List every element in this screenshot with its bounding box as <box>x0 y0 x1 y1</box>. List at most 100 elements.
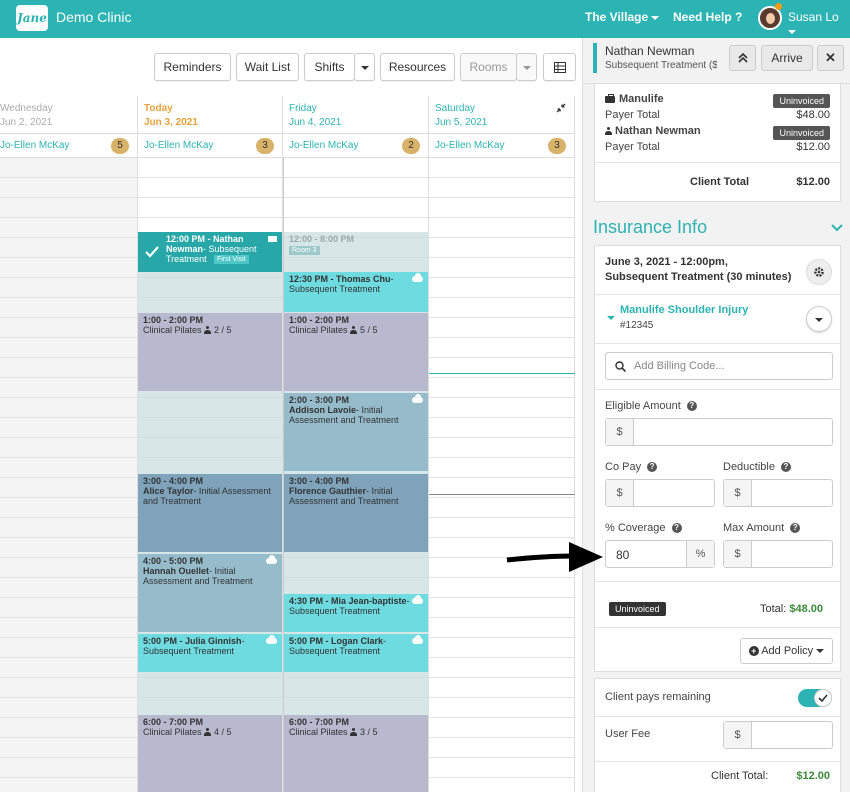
first-visit-tag: First Visit <box>214 255 249 264</box>
insurance-info-heading[interactable]: Insurance Info <box>593 217 707 238</box>
policy-total: Total: $48.00 <box>760 603 823 615</box>
cloud-icon <box>266 555 277 564</box>
appointment-count-badge: 5 <box>111 138 129 154</box>
rooms-dropdown-button[interactable] <box>516 53 537 81</box>
shifts-dropdown-button[interactable] <box>354 53 375 81</box>
appointment-clinical-pilates[interactable]: 6:00 - 7:00 PM Clinical Pilates 3 / 5 <box>284 715 428 792</box>
billing-code-input[interactable]: Add Billing Code... <box>605 352 833 380</box>
appointment-count-badge: 3 <box>548 138 566 154</box>
search-icon <box>615 361 626 372</box>
client-pays-toggle[interactable] <box>798 689 832 707</box>
appointment-desc: Clinical Pilates <box>289 727 348 737</box>
eligible-amount-field[interactable]: $ <box>605 418 833 446</box>
appointment-alice-taylor[interactable]: 3:00 - 4:00 PM Alice Taylor- Initial Asse… <box>138 474 282 552</box>
appointment-florence-gauthier[interactable]: 3:00 - 4:00 PM Florence Gauthier- Initial… <box>284 474 428 552</box>
collapse-icon[interactable] <box>556 103 566 113</box>
max-amount-field[interactable]: $ <box>723 540 833 568</box>
staff-name: Jo-Ellen McKay <box>0 140 70 151</box>
eligible-amount-label: Eligible Amount? <box>605 400 697 412</box>
column-header-friday[interactable]: Friday Jun 4, 2021 <box>283 96 429 134</box>
reminders-button[interactable]: Reminders <box>154 53 231 81</box>
staff-name: Jo-Ellen McKay <box>144 140 214 151</box>
copay-field[interactable]: $ <box>605 479 715 507</box>
client-total-value: $12.00 <box>796 176 830 188</box>
coverage-field[interactable]: 80% <box>605 540 715 568</box>
appointment-type: Subsequent Treatment (30 minutes) <box>605 271 792 283</box>
total-label: Total: <box>760 603 787 615</box>
help-icon[interactable]: ? <box>780 462 791 473</box>
help-icon[interactable]: ? <box>686 401 697 412</box>
user-fee-field[interactable]: $ <box>723 721 833 749</box>
column-header-today[interactable]: Today Jun 3, 2021 <box>138 96 283 134</box>
status-stripe <box>593 43 597 73</box>
clinic-name[interactable]: Demo Clinic <box>56 9 131 25</box>
staff-cell[interactable]: Jo-Ellen McKay 2 <box>283 134 429 158</box>
annotation-arrow-icon <box>506 542 603 572</box>
appointment-count-badge: 2 <box>402 138 420 154</box>
patient-name[interactable]: Nathan Newman <box>605 44 694 58</box>
appointment-clinical-pilates[interactable]: 6:00 - 7:00 PM Clinical Pilates 4 / 5 <box>138 715 282 792</box>
appointment-addison-lavoie[interactable]: 2:00 - 3:00 PM Addison Lavoie- Initial As… <box>284 393 428 471</box>
expand-button[interactable] <box>729 45 756 71</box>
appointment-time: 4:30 PM - Mia Jean-baptiste <box>289 596 407 606</box>
wait-list-button[interactable]: Wait List <box>236 53 299 81</box>
help-icon[interactable]: ? <box>647 462 658 473</box>
check-icon <box>818 694 828 702</box>
currency-addon: $ <box>724 480 752 506</box>
caret-down-icon <box>607 316 615 320</box>
room-booking[interactable]: 12:00 - 8:00 PM Room 3 <box>284 232 428 272</box>
appointment-hannah-ouellet[interactable]: 4:00 - 5:00 PM Hannah Ouellet- Initial As… <box>138 554 282 632</box>
briefcase-icon <box>605 94 615 103</box>
appointment-clinical-pilates[interactable]: 1:00 - 2:00 PM Clinical Pilates 5 / 5 <box>284 313 428 391</box>
policy-menu-button[interactable] <box>806 306 832 332</box>
eligible-amount-text: Eligible Amount <box>605 400 681 412</box>
appointment-logan-clark[interactable]: 5:00 PM - Logan Clark- Subsequent Treatm… <box>284 634 428 672</box>
shifts-button[interactable]: Shifts <box>304 53 355 81</box>
staff-cell[interactable]: Jo-Ellen McKay 3 <box>138 134 283 158</box>
toggle-knob <box>814 689 832 707</box>
day-date: Jun 2, 2021 <box>0 117 53 128</box>
divider <box>595 627 840 628</box>
copay-label: Co Pay? <box>605 461 658 473</box>
currency-addon: $ <box>606 419 634 445</box>
close-button[interactable]: ✕ <box>817 45 844 71</box>
appointment-nathan-newman[interactable]: 12:00 PM - Nathan Newman- Subsequent Tre… <box>138 232 282 272</box>
add-policy-button[interactable]: + Add Policy <box>740 638 833 664</box>
appointment-time: 1:00 - 2:00 PM <box>289 315 350 325</box>
rooms-button[interactable]: Rooms <box>460 53 517 81</box>
payer-insurer: Manulife <box>605 93 664 105</box>
deductible-text: Deductible <box>723 461 775 473</box>
appointment-time: 12:00 - 8:00 PM <box>289 234 355 244</box>
resources-button[interactable]: Resources <box>380 53 455 81</box>
currency-addon: $ <box>724 541 752 567</box>
staff-cell[interactable]: Jo-Ellen McKay 5 <box>0 134 138 158</box>
appointment-clinical-pilates[interactable]: 1:00 - 2:00 PM Clinical Pilates 2 / 5 <box>138 313 282 391</box>
settings-button[interactable] <box>806 259 832 285</box>
appointment-date: June 3, 2021 - 12:00pm, <box>605 256 728 268</box>
chevron-down-icon <box>360 65 369 70</box>
appointment-mia-jean-baptiste[interactable]: 4:30 PM - Mia Jean-baptiste- Subsequent … <box>284 594 428 632</box>
appointment-time: 4:00 - 5:00 PM <box>143 556 204 566</box>
help-menu[interactable]: Need Help ? <box>673 10 742 24</box>
current-time-line <box>429 373 575 374</box>
deductible-field[interactable]: $ <box>723 479 833 507</box>
column-header-saturday[interactable]: Saturday Jun 5, 2021 <box>429 96 575 134</box>
day-grid-saturday[interactable] <box>429 158 575 792</box>
user-menu[interactable]: Susan Lo <box>788 10 850 38</box>
client-pays-label: Client pays remaining <box>605 691 711 703</box>
cloud-icon <box>266 635 277 644</box>
day-grid-wednesday[interactable] <box>0 158 138 792</box>
staff-cell[interactable]: Jo-Ellen McKay 3 <box>429 134 575 158</box>
jane-logo[interactable]: Jane <box>16 5 48 31</box>
appointment-julia-ginnish[interactable]: 5:00 PM - Julia Ginnish- Subsequent Trea… <box>138 634 282 672</box>
appointment-thomas-chu[interactable]: 12:30 PM - Thomas Chu- Subsequent Treatm… <box>284 272 428 312</box>
location-menu[interactable]: The Village <box>585 10 660 24</box>
help-icon[interactable]: ? <box>790 523 801 534</box>
policy-name[interactable]: Manulife Shoulder Injury <box>620 304 748 316</box>
chevron-down-icon[interactable] <box>831 224 843 232</box>
payer-summary: Manulife Uninvoiced Payer Total $48.00 N… <box>594 84 841 202</box>
grid-view-button[interactable] <box>543 53 576 81</box>
person-icon <box>204 326 212 334</box>
arrive-button[interactable]: Arrive <box>761 45 813 71</box>
help-icon[interactable]: ? <box>671 523 682 534</box>
